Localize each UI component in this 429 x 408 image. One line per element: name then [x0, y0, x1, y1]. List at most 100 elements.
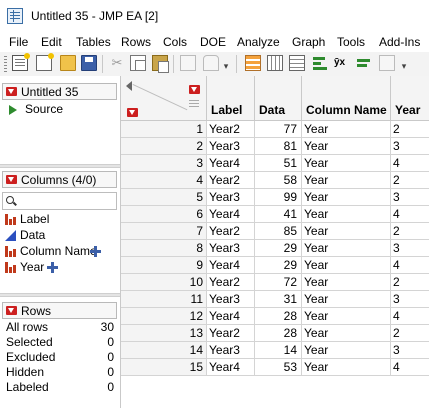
table-row[interactable]: 7 Year2 85 Year 2: [121, 223, 429, 240]
cell-column-name[interactable]: Year: [302, 308, 391, 325]
cell-year[interactable]: 2: [391, 325, 429, 342]
cell-label[interactable]: Year3: [207, 189, 255, 206]
red-triangle-menu-icon[interactable]: [6, 306, 17, 315]
menu-analyze[interactable]: Analyze: [237, 35, 280, 49]
cell-column-name[interactable]: Year: [302, 359, 391, 376]
cell-column-name[interactable]: Year: [302, 291, 391, 308]
menu-file[interactable]: File: [9, 35, 28, 49]
collapse-left-icon[interactable]: [126, 81, 132, 91]
cell-column-name[interactable]: Year: [302, 342, 391, 359]
table-row[interactable]: 2 Year3 81 Year 3: [121, 138, 429, 155]
cell-column-name[interactable]: Year: [302, 325, 391, 342]
cell-label[interactable]: Year4: [207, 359, 255, 376]
cell-data[interactable]: 72: [255, 274, 302, 291]
summary-icon[interactable]: [289, 55, 305, 71]
column-list-item-year[interactable]: Year: [3, 259, 118, 275]
column-list-item-data[interactable]: Data: [3, 227, 118, 243]
row-number[interactable]: 12: [121, 308, 207, 325]
toolbar-grip[interactable]: [4, 56, 7, 72]
toolbar-overflow-icon[interactable]: ▾: [400, 55, 408, 71]
cell-year[interactable]: 2: [391, 172, 429, 189]
red-triangle-menu-icon[interactable]: [6, 175, 17, 184]
cell-label[interactable]: Year3: [207, 342, 255, 359]
row-number[interactable]: 8: [121, 240, 207, 257]
cell-data[interactable]: 81: [255, 138, 302, 155]
column-header-year[interactable]: Year: [391, 76, 429, 121]
cell-label[interactable]: Year2: [207, 172, 255, 189]
table-row[interactable]: 10 Year2 72 Year 2: [121, 274, 429, 291]
save-icon[interactable]: [81, 55, 97, 71]
cell-year[interactable]: 4: [391, 359, 429, 376]
cell-data[interactable]: 14: [255, 342, 302, 359]
table-row[interactable]: 8 Year3 29 Year 3: [121, 240, 429, 257]
column-header-label[interactable]: Label: [207, 76, 255, 121]
cell-year[interactable]: 2: [391, 223, 429, 240]
row-number[interactable]: 10: [121, 274, 207, 291]
cell-data[interactable]: 85: [255, 223, 302, 240]
cell-data[interactable]: 29: [255, 240, 302, 257]
panel-divider[interactable]: [0, 164, 120, 168]
cell-label[interactable]: Year4: [207, 257, 255, 274]
new-script-icon[interactable]: [36, 53, 54, 71]
new-data-table-icon[interactable]: [12, 53, 30, 71]
cell-year[interactable]: 3: [391, 138, 429, 155]
column-list-item-column-name[interactable]: Column Name: [3, 243, 118, 259]
columns-panel-header[interactable]: Columns (4/0): [2, 171, 117, 188]
fit-y-by-x-icon[interactable]: ȳx: [334, 55, 350, 71]
cell-label[interactable]: Year3: [207, 138, 255, 155]
cell-label[interactable]: Year2: [207, 274, 255, 291]
row-number[interactable]: 3: [121, 155, 207, 172]
panel-divider[interactable]: [0, 293, 120, 297]
bar-chart-icon[interactable]: [312, 55, 328, 71]
cell-year[interactable]: 2: [391, 274, 429, 291]
table-row[interactable]: 9 Year4 29 Year 4: [121, 257, 429, 274]
cell-column-name[interactable]: Year: [302, 274, 391, 291]
cell-year[interactable]: 3: [391, 342, 429, 359]
column-header-data[interactable]: Data: [255, 76, 302, 121]
menu-add-ins[interactable]: Add-Ins: [379, 35, 420, 49]
row-number[interactable]: 9: [121, 257, 207, 274]
rows-panel-header[interactable]: Rows: [2, 302, 117, 319]
row-number[interactable]: 14: [121, 342, 207, 359]
corner-header[interactable]: [121, 76, 207, 121]
menu-tools[interactable]: Tools: [337, 35, 365, 49]
cut-icon[interactable]: ✂: [109, 55, 125, 71]
cell-data[interactable]: 31: [255, 291, 302, 308]
data-table-icon[interactable]: [245, 55, 261, 71]
row-number[interactable]: 15: [121, 359, 207, 376]
cell-column-name[interactable]: Year: [302, 189, 391, 206]
cell-year[interactable]: 2: [391, 121, 429, 138]
toolbar-overflow-icon[interactable]: ▾: [222, 55, 230, 71]
cell-data[interactable]: 53: [255, 359, 302, 376]
disabled-edit-icon[interactable]: [379, 55, 395, 71]
row-number[interactable]: 4: [121, 172, 207, 189]
cell-column-name[interactable]: Year: [302, 206, 391, 223]
cell-label[interactable]: Year4: [207, 155, 255, 172]
cell-column-name[interactable]: Year: [302, 172, 391, 189]
cell-year[interactable]: 3: [391, 240, 429, 257]
row-number[interactable]: 5: [121, 189, 207, 206]
table-row[interactable]: 5 Year3 99 Year 3: [121, 189, 429, 206]
copy-icon[interactable]: [130, 55, 146, 71]
cell-label[interactable]: Year4: [207, 206, 255, 223]
open-folder-icon[interactable]: [60, 55, 76, 71]
cell-data[interactable]: 99: [255, 189, 302, 206]
table-row[interactable]: 12 Year4 28 Year 4: [121, 308, 429, 325]
red-triangle-menu-icon[interactable]: [189, 85, 200, 94]
paste-icon[interactable]: [152, 55, 169, 73]
cell-year[interactable]: 3: [391, 189, 429, 206]
tabulate-icon[interactable]: [267, 55, 283, 71]
cell-column-name[interactable]: Year: [302, 223, 391, 240]
menu-rows[interactable]: Rows: [121, 35, 151, 49]
column-search-box[interactable]: [2, 192, 117, 210]
cell-year[interactable]: 3: [391, 291, 429, 308]
lock-icon[interactable]: [203, 55, 219, 71]
row-number[interactable]: 6: [121, 206, 207, 223]
cell-label[interactable]: Year2: [207, 325, 255, 342]
menu-cols[interactable]: Cols: [163, 35, 187, 49]
row-number[interactable]: 7: [121, 223, 207, 240]
menu-graph[interactable]: Graph: [292, 35, 325, 49]
cell-column-name[interactable]: Year: [302, 155, 391, 172]
cell-column-name[interactable]: Year: [302, 257, 391, 274]
cell-data[interactable]: 29: [255, 257, 302, 274]
